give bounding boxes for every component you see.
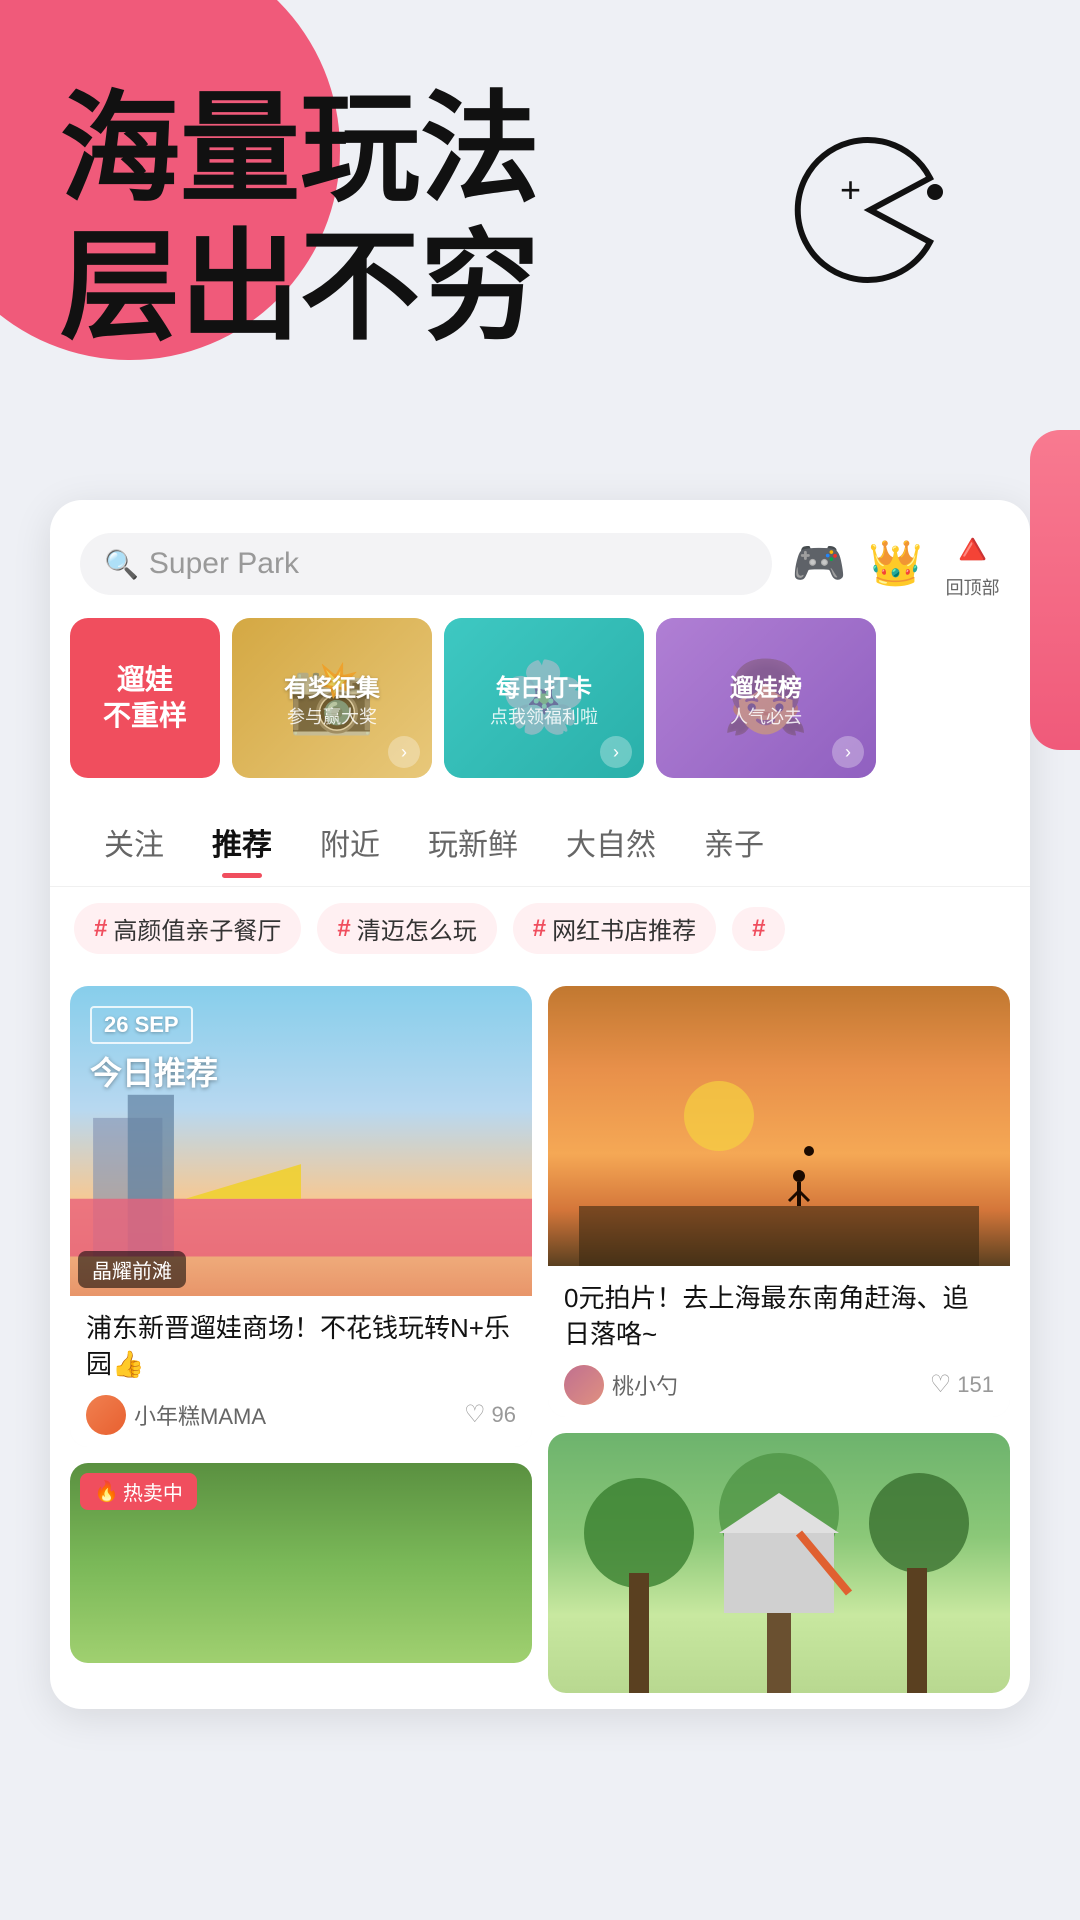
card1-image: 26 SEP 今日推荐 晶耀前滩: [70, 986, 532, 1296]
tag-bookstore-label: 网红书店推荐: [552, 911, 696, 946]
svg-text:+: +: [840, 169, 861, 210]
fire-icon: 🔥: [94, 1479, 119, 1504]
card1-today-label: 今日推荐: [90, 1048, 218, 1094]
card2-body: 0元拍片！去上海最东南角赶海、追日落咯~ 桃小勺 ♡ 151: [548, 1266, 1010, 1417]
card2-likes-count: 151: [957, 1372, 994, 1398]
card1-avatar: [86, 1395, 126, 1435]
hot-label: 热卖中: [123, 1477, 183, 1506]
card1-footer: 小年糕MAMA ♡ 96: [86, 1395, 516, 1435]
card1-location: 晶耀前滩: [78, 1251, 186, 1288]
tag-more[interactable]: #: [732, 907, 785, 951]
right-accent-decoration: [1030, 430, 1080, 750]
header-icon-crown[interactable]: 👑: [868, 542, 923, 586]
card-sunset[interactable]: 0元拍片！去上海最东南角赶海、追日落咯~ 桃小勺 ♡ 151: [548, 986, 1010, 1417]
top-icon: 🔺: [945, 528, 1000, 572]
search-bar-row: 🔍 Super Park 🎮 👑 🔺 回顶部: [50, 500, 1030, 618]
nav-tabs: 关注 推荐 附近 玩新鲜 大自然 亲子: [50, 798, 1030, 887]
tag-chiangmai-label: 清迈怎么玩: [357, 911, 477, 946]
header-icons: 🎮 👑 🔺 回顶部: [792, 528, 1000, 600]
banner-red-text: 遛娃不重样: [93, 652, 197, 745]
top-icon-label: 回顶部: [946, 574, 1000, 600]
card2-footer: 桃小勺 ♡ 151: [564, 1365, 994, 1405]
card1-likes: ♡ 96: [464, 1400, 516, 1429]
search-placeholder-text: Super Park: [149, 547, 299, 581]
crown-icon: 👑: [868, 542, 923, 586]
card1-body: 浦东新晋遛娃商场！不花钱玩转N+乐园👍 小年糕MAMA ♡ 96: [70, 1296, 532, 1447]
card2-author: 桃小勺: [564, 1365, 678, 1405]
hero-text: 海量玩法 层出不穷: [60, 80, 540, 356]
banner-red[interactable]: 遛娃不重样: [70, 618, 220, 778]
content-col-left: 26 SEP 今日推荐 晶耀前滩: [70, 986, 532, 1693]
content-grid: 26 SEP 今日推荐 晶耀前滩: [50, 970, 1030, 1709]
tag-hash-icon2: #: [337, 915, 350, 943]
tag-restaurant-label: 高颜值亲子餐厅: [113, 911, 281, 946]
header-icon-game[interactable]: 🎮: [792, 542, 847, 586]
card2-likes: ♡ 151: [930, 1370, 994, 1399]
game-icon: 🎮: [792, 542, 847, 586]
tab-nature[interactable]: 大自然: [542, 808, 680, 876]
content-col-right: 0元拍片！去上海最东南角赶海、追日落咯~ 桃小勺 ♡ 151: [548, 986, 1010, 1693]
banner-purple[interactable]: 👧 遛娃榜 人气必去 ›: [656, 618, 876, 778]
tag-bookstore[interactable]: # 网红书店推荐: [513, 903, 716, 954]
card3-image: [548, 1433, 1010, 1693]
app-card: 🔍 Super Park 🎮 👑 🔺 回顶部 遛娃不重样: [50, 500, 1030, 1709]
tab-family[interactable]: 亲子: [680, 808, 788, 876]
tags-row: # 高颜值亲子餐厅 # 清迈怎么玩 # 网红书店推荐 #: [50, 887, 1030, 970]
tab-follow[interactable]: 关注: [80, 808, 188, 876]
card-nature[interactable]: [548, 1433, 1010, 1693]
tab-fresh[interactable]: 玩新鲜: [404, 808, 542, 876]
banner-row: 遛娃不重样 📸 有奖征集 参与赢大奖 › 🌸 每日打卡 点我领福利啦 ›: [50, 618, 1030, 798]
search-bar[interactable]: 🔍 Super Park: [80, 533, 772, 595]
card1-title: 浦东新晋遛娃商场！不花钱玩转N+乐园👍: [86, 1310, 516, 1383]
tab-recommend[interactable]: 推荐: [188, 808, 296, 876]
nature-scene: [548, 1433, 1010, 1693]
heart-icon2: ♡: [930, 1370, 952, 1399]
banner-photo[interactable]: 📸 有奖征集 参与赢大奖 ›: [232, 618, 432, 778]
card1-date: 26 SEP: [104, 1012, 179, 1037]
card2-avatar: [564, 1365, 604, 1405]
banner-purple-arrow: ›: [832, 736, 864, 768]
card1-author: 小年糕MAMA: [86, 1395, 266, 1435]
pacman-icon: +: [790, 130, 950, 290]
tag-hash-icon3: #: [533, 915, 546, 943]
hero-line2: 层出不穷: [60, 218, 540, 356]
card-hot-park[interactable]: 🔥 热卖中: [70, 1463, 532, 1663]
card1-author-name: 小年糕MAMA: [134, 1399, 266, 1431]
tag-hash-icon4: #: [752, 915, 765, 943]
header-icon-top[interactable]: 🔺 回顶部: [945, 528, 1000, 600]
card-today-recommend[interactable]: 26 SEP 今日推荐 晶耀前滩: [70, 986, 532, 1447]
tag-chiangmai[interactable]: # 清迈怎么玩: [317, 903, 496, 954]
banner-teal[interactable]: 🌸 每日打卡 点我领福利啦 ›: [444, 618, 644, 778]
search-icon: 🔍: [104, 548, 139, 581]
banner-teal-arrow: ›: [600, 736, 632, 768]
tag-hash-icon: #: [94, 915, 107, 943]
hot-badge: 🔥 热卖中: [80, 1473, 197, 1510]
banner-photo-text: 有奖征集 参与赢大奖: [284, 668, 380, 729]
tab-nearby[interactable]: 附近: [296, 808, 404, 876]
card1-likes-count: 96: [492, 1402, 516, 1428]
sunset-scene: [548, 986, 1010, 1266]
hero-section: 海量玩法 层出不穷 +: [0, 0, 1080, 500]
card2-title: 0元拍片！去上海最东南角赶海、追日落咯~: [564, 1280, 994, 1353]
hero-line1: 海量玩法: [60, 80, 540, 218]
tag-restaurant[interactable]: # 高颜值亲子餐厅: [74, 903, 301, 954]
card2-author-name: 桃小勺: [612, 1369, 678, 1401]
card2-image: [548, 986, 1010, 1266]
date-badge: 26 SEP 今日推荐: [90, 1006, 218, 1094]
banner-photo-arrow: ›: [388, 736, 420, 768]
heart-icon: ♡: [464, 1400, 486, 1429]
